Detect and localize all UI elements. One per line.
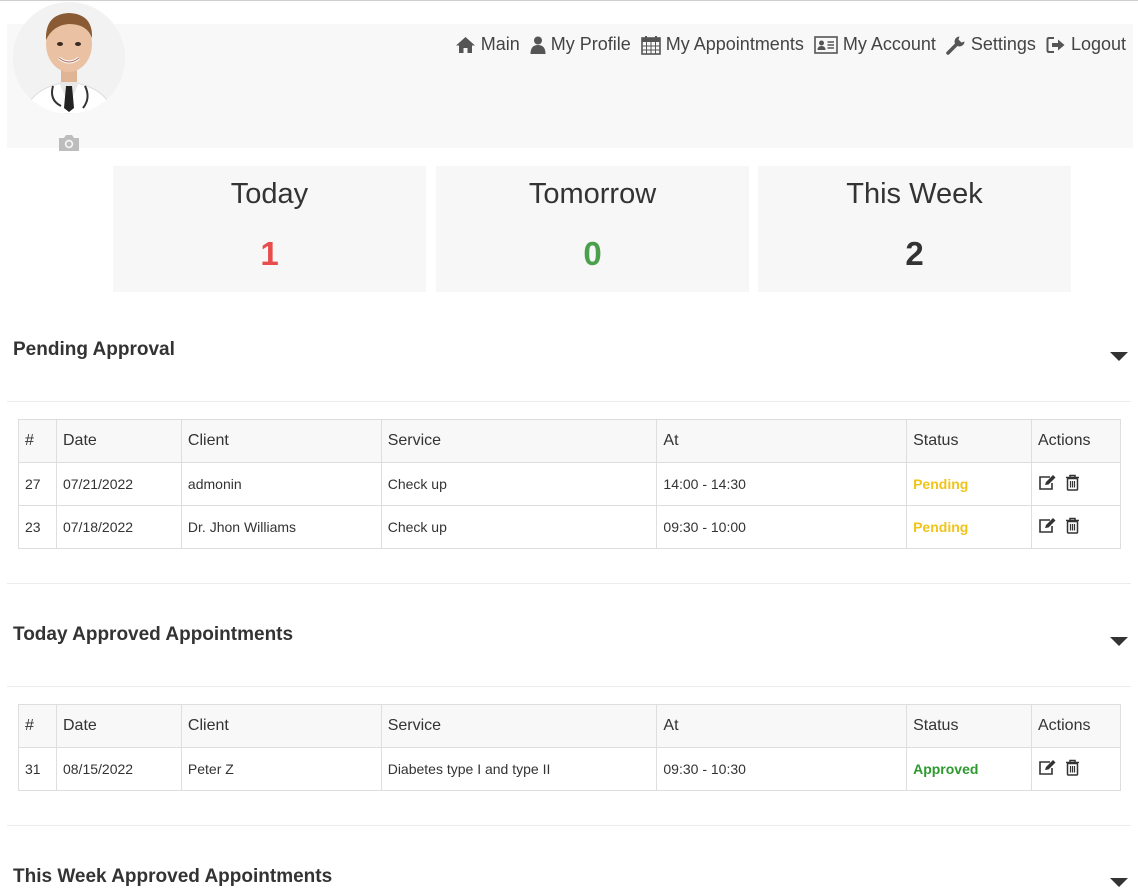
nav-settings[interactable]: Settings: [946, 34, 1036, 55]
nav-my-appointments[interactable]: My Appointments: [640, 34, 804, 55]
cell-id: 23: [18, 505, 57, 549]
pending-table: # Date Client Service At Status Actions …: [18, 419, 1121, 549]
cell-client: admonin: [180, 462, 382, 506]
nav-my-appointments-label: My Appointments: [665, 34, 804, 54]
pending-toggle-caret-icon[interactable]: [1110, 352, 1128, 361]
divider: [7, 825, 1131, 826]
today-approved-toggle-caret-icon[interactable]: [1110, 637, 1128, 646]
today-approved-section-title: Today Approved Appointments: [13, 624, 294, 645]
stat-tomorrow-label: Tomorrow: [528, 178, 657, 210]
stat-this-week-label: This Week: [846, 178, 983, 210]
stat-this-week-value: 2: [905, 235, 924, 272]
cell-at: 09:30 - 10:00: [656, 505, 908, 549]
pending-section-title: Pending Approval: [13, 339, 175, 360]
wrench-icon: [946, 36, 965, 55]
table-row: 31 08/15/2022 Peter Z Diabetes type I an…: [18, 747, 1121, 791]
camera-icon[interactable]: [57, 133, 81, 153]
cell-service: Check up: [380, 505, 658, 549]
stat-today-label: Today: [230, 178, 309, 210]
cell-date: 07/18/2022: [55, 505, 182, 549]
top-border: [0, 0, 1138, 1]
divider: [7, 686, 1131, 687]
week-approved-section-title: This Week Approved Appointments: [13, 866, 333, 887]
cell-id: 27: [18, 462, 57, 506]
top-nav: Main My Profile My Appointments My Accou…: [455, 34, 1126, 55]
nav-my-account-label: My Account: [842, 34, 936, 54]
trash-icon[interactable]: [1065, 517, 1080, 537]
divider: [7, 583, 1131, 584]
table-header-row: # Date Client Service At Status Actions: [18, 704, 1121, 748]
week-approved-toggle-caret-icon[interactable]: [1110, 878, 1128, 887]
today-approved-table: # Date Client Service At Status Actions …: [18, 704, 1121, 791]
cell-actions: [1031, 747, 1121, 791]
stat-tomorrow-value: 0: [583, 235, 602, 272]
status-badge: Pending: [906, 505, 1032, 549]
col-service: Service: [380, 419, 658, 463]
col-status: Status: [906, 704, 1032, 748]
col-client: Client: [180, 419, 382, 463]
nav-main[interactable]: Main: [455, 34, 520, 55]
trash-icon[interactable]: [1065, 759, 1080, 779]
status-badge: Approved: [906, 747, 1032, 791]
stat-today: Today 1: [113, 166, 426, 292]
cell-service: Diabetes type I and type II: [380, 747, 658, 791]
cell-at: 09:30 - 10:30: [656, 747, 908, 791]
divider: [7, 401, 1131, 402]
nav-logout[interactable]: Logout: [1046, 34, 1126, 55]
stat-this-week: This Week 2: [758, 166, 1071, 292]
nav-my-account[interactable]: My Account: [814, 34, 936, 55]
nav-logout-label: Logout: [1070, 34, 1126, 54]
calendar-icon: [640, 35, 661, 55]
id-card-icon: [814, 35, 838, 54]
edit-icon[interactable]: [1038, 759, 1057, 779]
home-icon: [455, 36, 475, 53]
col-status: Status: [906, 419, 1032, 463]
col-id: #: [18, 704, 57, 748]
table-row: 23 07/18/2022 Dr. Jhon Williams Check up…: [18, 505, 1121, 549]
stat-tomorrow: Tomorrow 0: [436, 166, 749, 292]
stat-today-value: 1: [260, 235, 279, 272]
cell-client: Dr. Jhon Williams: [180, 505, 382, 549]
edit-icon[interactable]: [1038, 474, 1057, 494]
col-at: At: [656, 419, 908, 463]
nav-settings-label: Settings: [970, 34, 1036, 54]
doctor-portrait: [13, 2, 125, 114]
col-service: Service: [380, 704, 658, 748]
cell-actions: [1031, 462, 1121, 506]
cell-at: 14:00 - 14:30: [656, 462, 908, 506]
edit-icon[interactable]: [1038, 517, 1057, 537]
col-actions: Actions: [1031, 419, 1121, 463]
col-at: At: [656, 704, 908, 748]
col-date: Date: [55, 704, 182, 748]
cell-date: 07/21/2022: [55, 462, 182, 506]
cell-service: Check up: [380, 462, 658, 506]
nav-main-label: Main: [480, 34, 520, 54]
cell-actions: [1031, 505, 1121, 549]
cell-id: 31: [18, 747, 57, 791]
user-icon: [530, 36, 546, 54]
logout-icon: [1046, 36, 1065, 53]
trash-icon[interactable]: [1065, 474, 1080, 494]
col-client: Client: [180, 704, 382, 748]
nav-my-profile[interactable]: My Profile: [530, 34, 631, 55]
col-date: Date: [55, 419, 182, 463]
cell-client: Peter Z: [180, 747, 382, 791]
col-actions: Actions: [1031, 704, 1121, 748]
table-row: 27 07/21/2022 admonin Check up 14:00 - 1…: [18, 462, 1121, 506]
avatar[interactable]: [13, 2, 125, 114]
col-id: #: [18, 419, 57, 463]
table-header-row: # Date Client Service At Status Actions: [18, 419, 1121, 463]
status-badge: Pending: [906, 462, 1032, 506]
cell-date: 08/15/2022: [55, 747, 182, 791]
nav-my-profile-label: My Profile: [550, 34, 631, 54]
